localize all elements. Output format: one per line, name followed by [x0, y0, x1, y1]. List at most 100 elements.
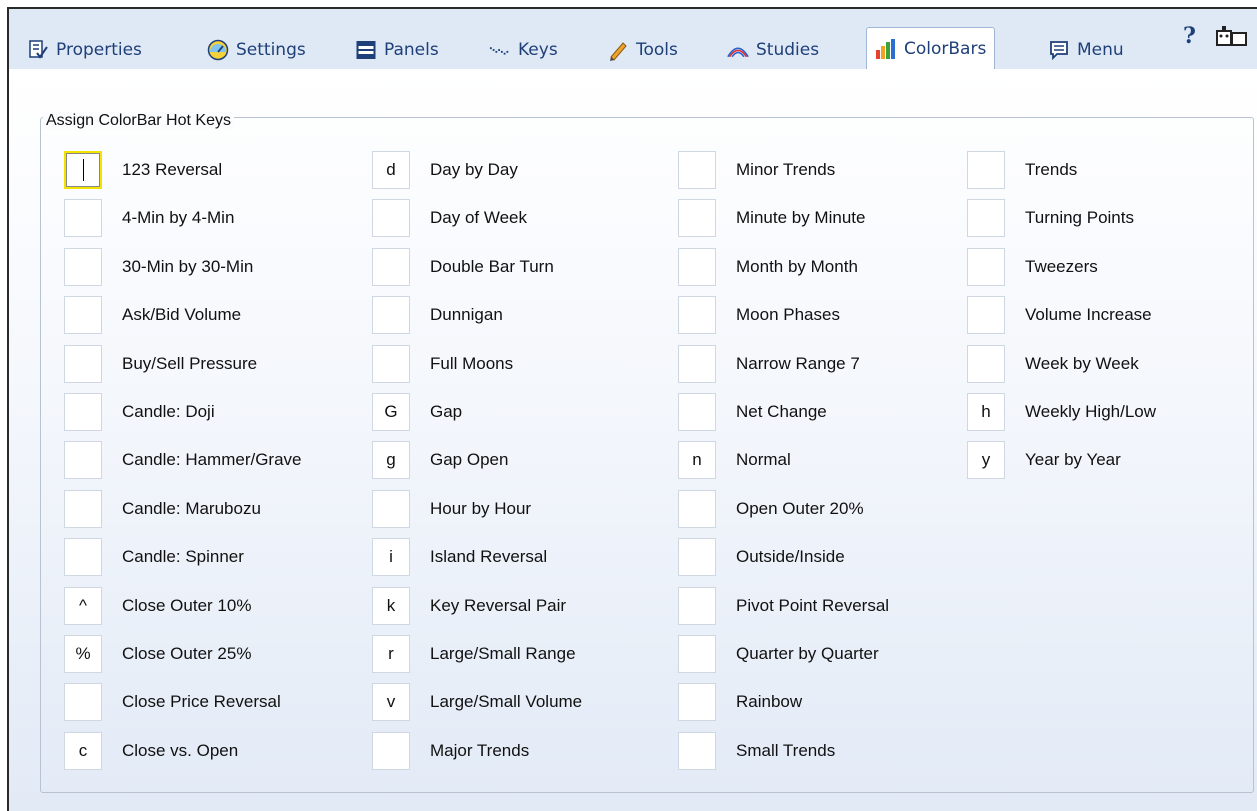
- tab-menu-label: Menu: [1077, 40, 1124, 60]
- hotkey-input[interactable]: [678, 151, 716, 189]
- hotkey-row: Narrow Range 7: [678, 345, 860, 383]
- hotkey-row: g Gap Open: [372, 441, 508, 479]
- colorbar-label: Narrow Range 7: [736, 354, 860, 373]
- hotkey-input[interactable]: %: [64, 635, 102, 673]
- hotkey-input[interactable]: [967, 248, 1005, 286]
- hotkey-input[interactable]: [678, 296, 716, 334]
- robot-icon[interactable]: [1214, 25, 1250, 55]
- hotkey-input[interactable]: [64, 151, 102, 189]
- hotkey-row: Candle: Doji: [64, 393, 215, 431]
- tab-studies[interactable]: Studies: [727, 32, 819, 68]
- colorbar-label: Hour by Hour: [430, 499, 532, 518]
- properties-icon: [27, 39, 49, 61]
- hotkey-input[interactable]: d: [372, 151, 410, 189]
- hotkey-row: Buy/Sell Pressure: [64, 345, 257, 383]
- hotkey-input[interactable]: n: [678, 441, 716, 479]
- tab-keys[interactable]: Keys: [489, 32, 558, 68]
- hotkey-input[interactable]: [372, 296, 410, 334]
- hotkey-input[interactable]: [64, 296, 102, 334]
- hotkey-input[interactable]: [967, 296, 1005, 334]
- hotkey-input[interactable]: [372, 345, 410, 383]
- hotkey-input[interactable]: [678, 732, 716, 770]
- tab-panels[interactable]: Panels: [355, 32, 439, 68]
- hotkey-row: Tweezers: [967, 248, 1098, 286]
- hotkey-row: Month by Month: [678, 248, 858, 286]
- hotkey-input[interactable]: G: [372, 393, 410, 431]
- colorbar-label: Outside/Inside: [736, 547, 845, 566]
- hotkey-input[interactable]: [678, 683, 716, 721]
- colorbar-label: Week by Week: [1025, 354, 1139, 373]
- hotkey-input[interactable]: v: [372, 683, 410, 721]
- tab-tools[interactable]: Tools: [607, 32, 678, 68]
- tab-keys-label: Keys: [518, 40, 558, 60]
- hotkey-input[interactable]: [678, 345, 716, 383]
- hotkey-input[interactable]: [64, 393, 102, 431]
- hotkey-input[interactable]: [967, 151, 1005, 189]
- tab-panels-label: Panels: [384, 40, 439, 60]
- hotkey-row: v Large/Small Volume: [372, 683, 582, 721]
- hotkey-input[interactable]: [64, 490, 102, 528]
- hotkey-input[interactable]: [64, 441, 102, 479]
- hotkey-input[interactable]: i: [372, 538, 410, 576]
- hotkey-row: Candle: Spinner: [64, 538, 244, 576]
- hotkey-row: Major Trends: [372, 732, 529, 770]
- hotkey-row: Small Trends: [678, 732, 835, 770]
- hotkey-input[interactable]: ^: [64, 587, 102, 625]
- hotkey-row: Turning Points: [967, 199, 1134, 237]
- colorbar-label: Ask/Bid Volume: [122, 305, 242, 324]
- colorbar-label: Minute by Minute: [736, 208, 866, 227]
- hotkey-input[interactable]: [967, 199, 1005, 237]
- hotkey-input[interactable]: [372, 248, 410, 286]
- hotkey-input[interactable]: [64, 538, 102, 576]
- hotkey-input[interactable]: [64, 248, 102, 286]
- settings-icon: [207, 39, 229, 61]
- hotkey-input[interactable]: k: [372, 587, 410, 625]
- hotkey-row: Ask/Bid Volume: [64, 296, 241, 334]
- hotkey-row: h Weekly High/Low: [967, 393, 1156, 431]
- tab-menu[interactable]: Menu: [1048, 32, 1124, 68]
- help-button[interactable]: ?: [1183, 23, 1196, 49]
- hotkey-row: Volume Increase: [967, 296, 1152, 334]
- hotkey-input[interactable]: g: [372, 441, 410, 479]
- hotkey-input[interactable]: [372, 490, 410, 528]
- hotkey-input[interactable]: [678, 248, 716, 286]
- colorbar-label: Candle: Spinner: [122, 547, 244, 566]
- colorbars-icon: [875, 38, 897, 60]
- hotkey-input[interactable]: [678, 635, 716, 673]
- hotkey-input[interactable]: [64, 345, 102, 383]
- colorbar-label: Double Bar Turn: [430, 257, 554, 276]
- hotkey-input[interactable]: [64, 199, 102, 237]
- colorbar-label: Candle: Doji: [122, 402, 215, 421]
- studies-icon: [727, 39, 749, 61]
- hotkey-input[interactable]: [372, 199, 410, 237]
- hotkey-input[interactable]: y: [967, 441, 1005, 479]
- colorbar-label: Month by Month: [736, 257, 858, 276]
- hotkey-input[interactable]: r: [372, 635, 410, 673]
- hotkey-row: Day of Week: [372, 199, 527, 237]
- tab-settings[interactable]: Settings: [207, 32, 306, 68]
- tab-colorbars[interactable]: ColorBars: [866, 27, 996, 70]
- hotkey-row: Week by Week: [967, 345, 1139, 383]
- hotkey-row: Moon Phases: [678, 296, 840, 334]
- hotkey-input[interactable]: h: [967, 393, 1005, 431]
- colorbar-label: Trends: [1025, 160, 1078, 179]
- hotkey-input[interactable]: [678, 199, 716, 237]
- hotkey-input[interactable]: [678, 393, 716, 431]
- colorbar-label: 30-Min by 30-Min: [122, 257, 254, 276]
- colorbar-label: Moon Phases: [736, 305, 840, 324]
- menu-icon: [1048, 39, 1070, 61]
- panels-icon: [355, 39, 377, 61]
- colorbar-label: Turning Points: [1025, 208, 1134, 227]
- hotkey-input[interactable]: [372, 732, 410, 770]
- colorbar-label: Close Outer 25%: [122, 644, 252, 663]
- hotkey-input[interactable]: c: [64, 732, 102, 770]
- tab-studies-label: Studies: [756, 40, 820, 60]
- hotkey-input[interactable]: [678, 587, 716, 625]
- hotkey-row: 123 Reversal: [64, 151, 222, 189]
- tab-properties[interactable]: Properties: [27, 32, 142, 68]
- hotkey-input[interactable]: [64, 683, 102, 721]
- hotkey-input[interactable]: [967, 345, 1005, 383]
- hotkey-input[interactable]: [678, 538, 716, 576]
- colorbar-label: Volume Increase: [1025, 305, 1152, 324]
- hotkey-input[interactable]: [678, 490, 716, 528]
